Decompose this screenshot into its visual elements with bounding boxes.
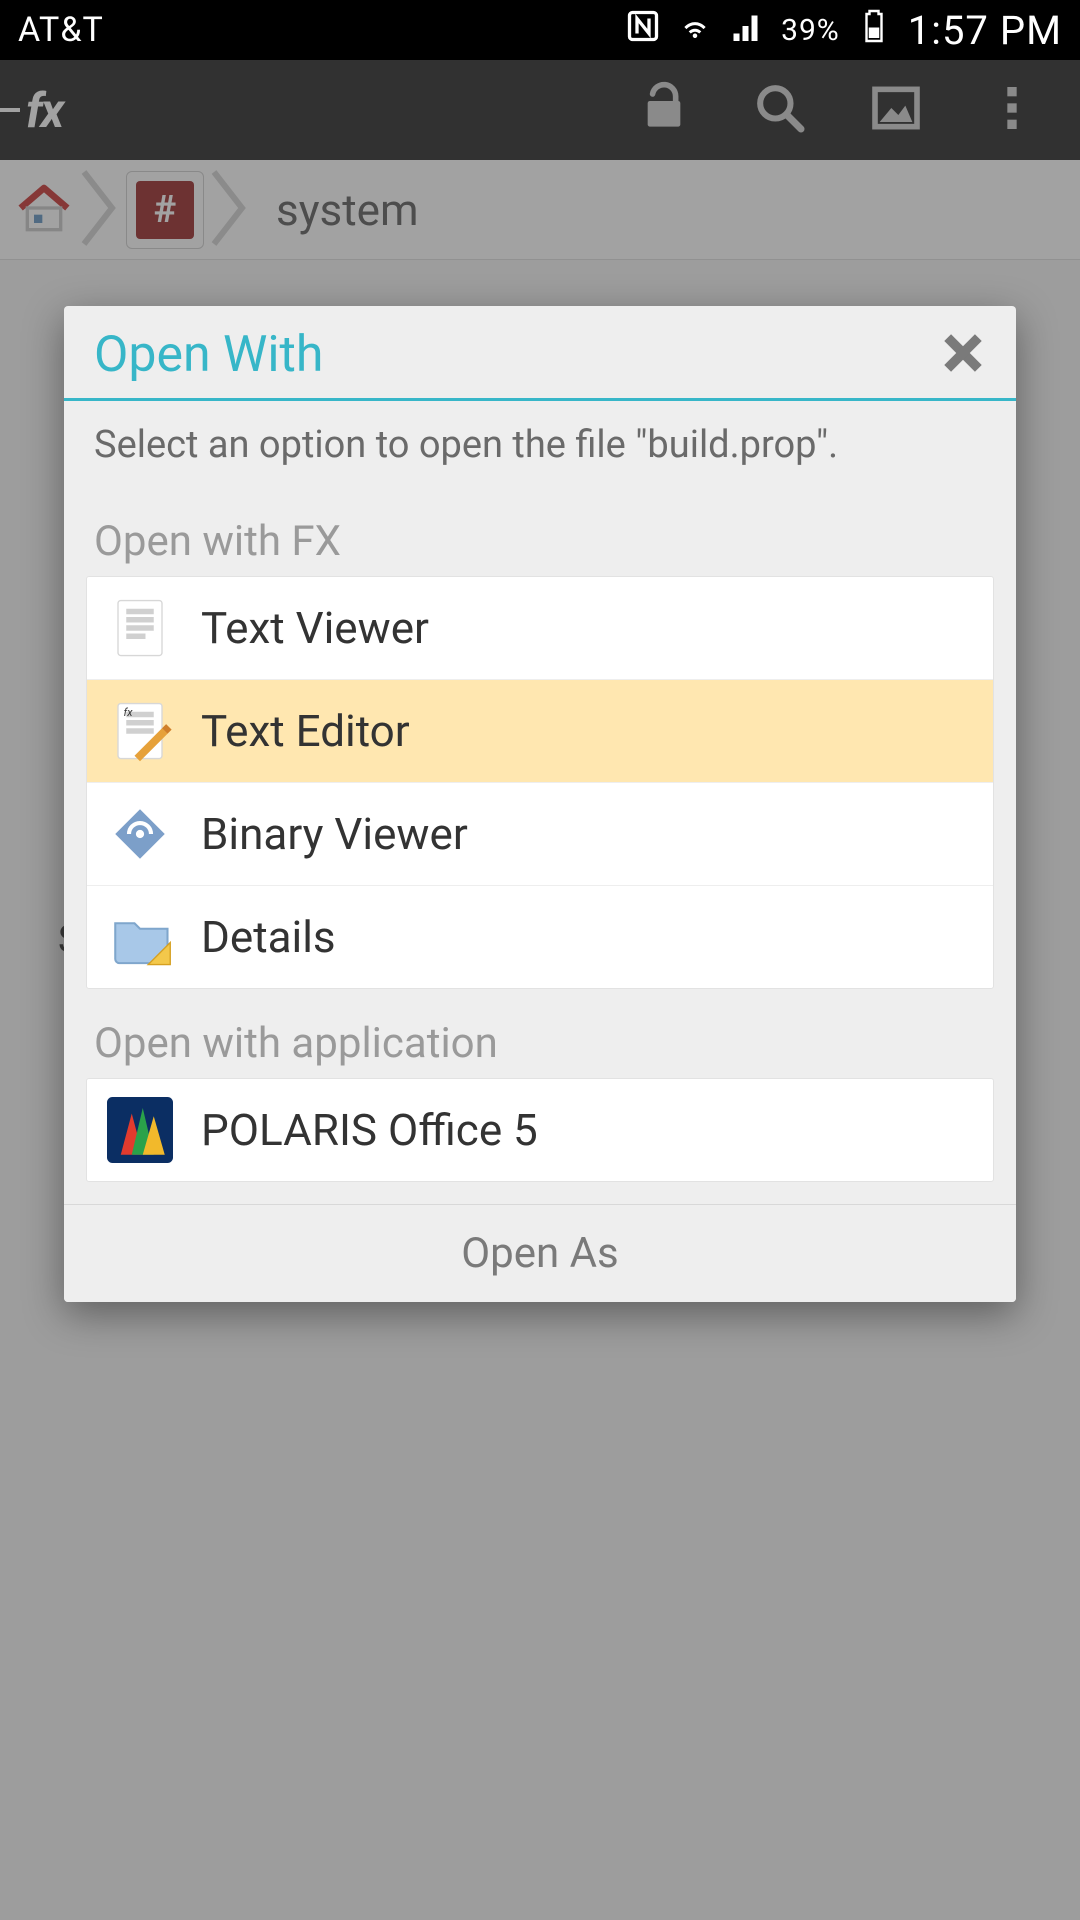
text-viewer-icon (105, 593, 175, 663)
fx-option-list: Text Viewer fx Text Editor Binary Viewer… (86, 576, 994, 989)
signal-icon (729, 8, 765, 53)
svg-text:fx: fx (124, 706, 134, 719)
section-label-app: Open with application (64, 999, 1016, 1078)
nfc-icon (625, 8, 661, 53)
carrier-label: AT&T (18, 10, 104, 50)
option-polaris-office[interactable]: POLARIS Office 5 (87, 1079, 993, 1181)
option-label: Text Viewer (201, 602, 429, 654)
option-text-editor[interactable]: fx Text Editor (87, 680, 993, 783)
option-label: Binary Viewer (201, 808, 468, 860)
dialog-subtitle: Select an option to open the file "build… (64, 401, 1016, 497)
battery-icon (856, 8, 892, 53)
option-label: POLARIS Office 5 (201, 1104, 538, 1156)
option-label: Text Editor (201, 705, 410, 757)
polaris-office-icon (105, 1095, 175, 1165)
close-icon[interactable] (940, 330, 986, 380)
option-label: Details (201, 911, 336, 963)
section-label-fx: Open with FX (64, 497, 1016, 576)
battery-percent: 39% (781, 13, 840, 48)
wifi-icon (677, 8, 713, 53)
option-details[interactable]: Details (87, 886, 993, 988)
dialog-title: Open With (94, 326, 323, 384)
clock-label: 1:57 PM (908, 7, 1062, 54)
text-editor-icon: fx (105, 696, 175, 766)
binary-viewer-icon (105, 799, 175, 869)
open-as-button[interactable]: Open As (64, 1204, 1016, 1302)
option-text-viewer[interactable]: Text Viewer (87, 577, 993, 680)
app-option-list: POLARIS Office 5 (86, 1078, 994, 1182)
details-icon (105, 902, 175, 972)
option-binary-viewer[interactable]: Binary Viewer (87, 783, 993, 886)
status-bar: AT&T 39% 1:57 PM (0, 0, 1080, 60)
open-with-dialog: Open With Select an option to open the f… (64, 306, 1016, 1302)
